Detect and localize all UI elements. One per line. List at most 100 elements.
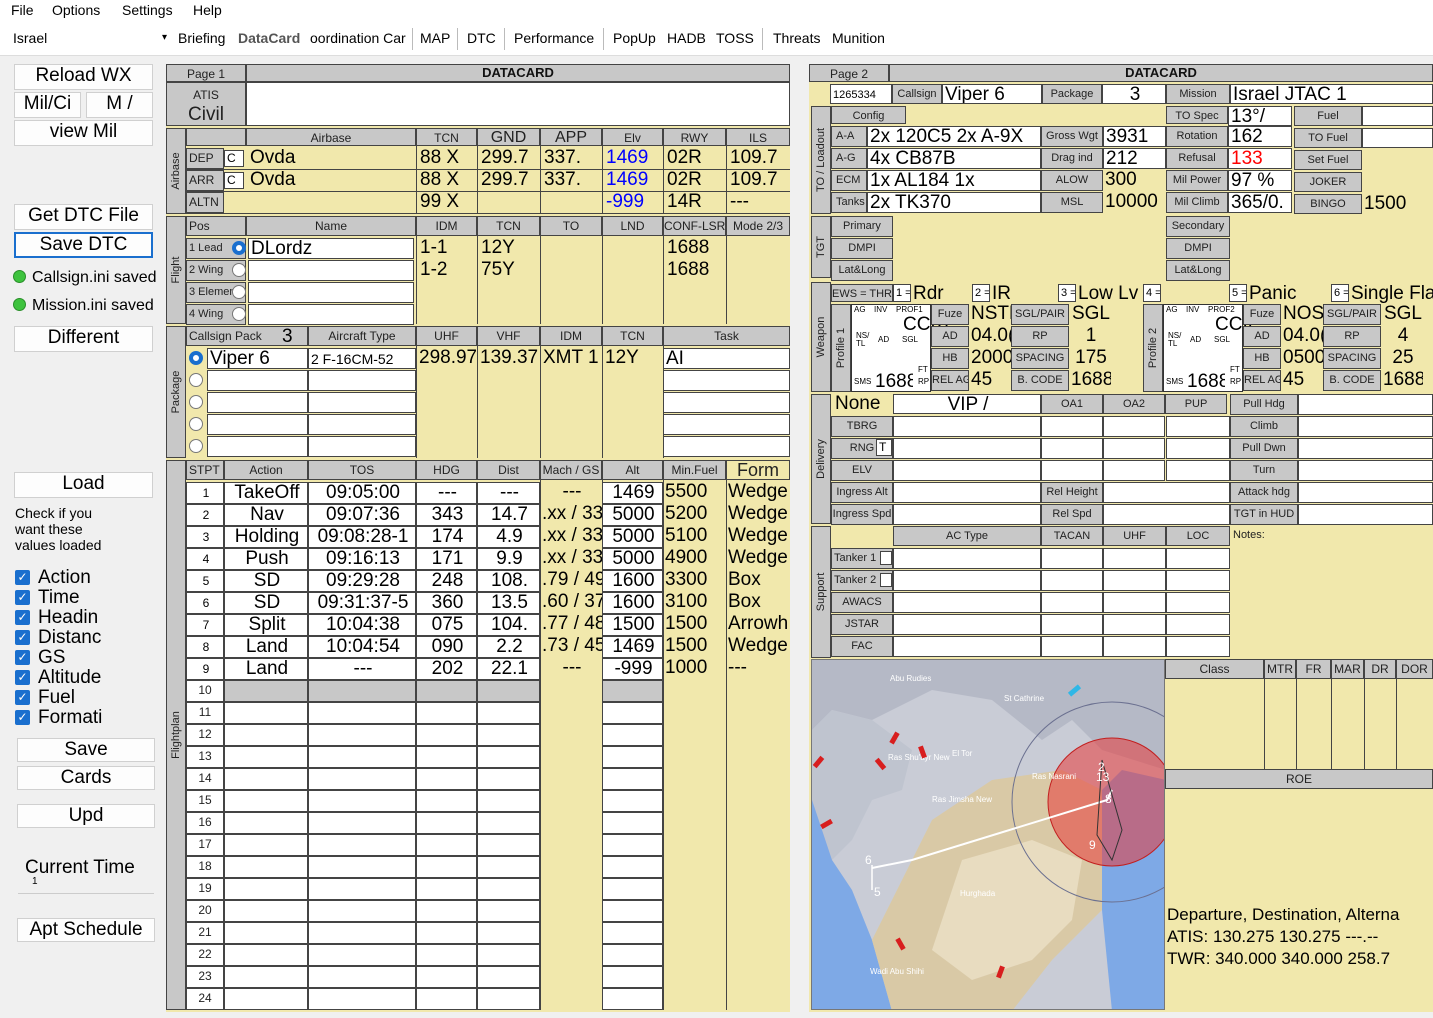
package-aircraft-type[interactable] <box>308 392 416 413</box>
flightplan-empty-cell[interactable] <box>416 922 477 944</box>
support-cell[interactable] <box>1166 614 1230 635</box>
flightplan-tos[interactable]: 09:29:28 <box>308 570 416 592</box>
flightplan-empty-cell[interactable] <box>416 900 477 922</box>
map-waypoint[interactable]: 6 <box>865 853 872 867</box>
save-button[interactable]: Save <box>17 738 155 762</box>
tab-performance[interactable]: Performance <box>514 30 594 46</box>
support-cell[interactable] <box>893 548 1041 569</box>
flightplan-min-fuel[interactable]: 1500 <box>663 614 726 636</box>
package-flight-radio[interactable] <box>189 439 203 453</box>
flightplan-action[interactable]: SD <box>224 592 308 614</box>
flightplan-empty-cell[interactable] <box>602 856 663 878</box>
flightplan-min-fuel[interactable]: 5100 <box>663 526 726 548</box>
weapon-param-value[interactable]: NSTL <box>969 304 1011 326</box>
flightplan-tos[interactable]: 09:07:36 <box>308 504 416 526</box>
flightplan-formation[interactable]: Box <box>726 570 790 592</box>
flightplan-empty-cell[interactable] <box>224 746 308 768</box>
flightplan-hdg[interactable]: 360 <box>416 592 477 614</box>
flight-tcn[interactable] <box>479 282 539 304</box>
weapon-param-value[interactable]: 25 <box>1381 348 1423 370</box>
perf-value[interactable]: 10000 <box>1103 192 1166 213</box>
flightplan-action[interactable]: TakeOff <box>224 482 308 504</box>
flightplan-alt[interactable]: 5000 <box>602 504 663 526</box>
delivery-cell[interactable] <box>1166 416 1230 437</box>
flightplan-empty-cell[interactable] <box>477 680 540 702</box>
delivery-value[interactable] <box>1298 482 1433 503</box>
support-cell[interactable] <box>1103 548 1166 569</box>
flight-conf-lsr[interactable]: 1688 <box>665 260 725 282</box>
flightplan-empty-cell[interactable] <box>224 702 308 724</box>
flight-pilot-name[interactable] <box>248 282 414 303</box>
package-task[interactable] <box>663 370 790 391</box>
bingo-value[interactable]: 1500 <box>1362 194 1433 216</box>
flightplan-empty-cell[interactable] <box>416 856 477 878</box>
cards-button[interactable]: Cards <box>17 766 155 790</box>
airbase-gnd[interactable]: 299.7 <box>479 170 540 192</box>
airbase-tcn[interactable]: 88 X <box>418 170 477 192</box>
support-cell[interactable] <box>1103 614 1166 635</box>
flightplan-empty-cell[interactable] <box>224 790 308 812</box>
flightplan-dist[interactable]: 104. <box>477 614 540 636</box>
support-cell[interactable] <box>1041 548 1103 569</box>
loadout-value[interactable]: 2x TK370 <box>867 192 1041 213</box>
checkbox-time[interactable]: ✓ <box>15 590 30 605</box>
weapon-param-value[interactable]: SGL <box>1069 304 1111 326</box>
flightplan-empty-cell[interactable] <box>477 878 540 900</box>
support-cell[interactable] <box>1041 592 1103 613</box>
flightplan-dist[interactable]: --- <box>477 482 540 504</box>
flightplan-mach-gs[interactable]: --- <box>540 658 602 680</box>
flightplan-mach-gs[interactable]: --- <box>540 482 602 504</box>
package-vhf[interactable]: 139.37 <box>478 348 539 370</box>
weapon-param-value[interactable]: 45 <box>969 370 1011 392</box>
checkbox-fuel[interactable]: ✓ <box>15 690 30 705</box>
flightplan-empty-cell[interactable] <box>224 724 308 746</box>
checkbox-gs[interactable]: ✓ <box>15 650 30 665</box>
flightplan-mach-gs[interactable]: .79 / 49 <box>540 570 602 592</box>
tab-toss[interactable]: TOSS <box>716 30 754 46</box>
weapon-param-value[interactable]: 1688 <box>1381 370 1423 392</box>
tactical-map[interactable]: Abu Rudies St Cathrine Ras Shu'ayr New E… <box>811 659 1165 1010</box>
flightplan-empty-cell[interactable] <box>224 944 308 966</box>
flightplan-empty-cell[interactable] <box>224 988 308 1010</box>
rotation-value[interactable]: 97 % <box>1228 170 1292 191</box>
flightplan-empty-cell[interactable] <box>224 966 308 988</box>
flightplan-mach-gs[interactable]: .xx / 33 <box>540 526 602 548</box>
flightplan-empty-cell[interactable] <box>477 790 540 812</box>
flightplan-dist[interactable]: 22.1 <box>477 658 540 680</box>
fuel-value[interactable] <box>1362 128 1433 148</box>
sms-value[interactable]: 1688 <box>1185 372 1225 392</box>
mil-civ-button[interactable]: Mil/Ci <box>14 92 81 118</box>
sms-value[interactable]: 1688 <box>873 372 913 392</box>
flightplan-dist[interactable]: 4.9 <box>477 526 540 548</box>
delivery-value[interactable] <box>893 482 1041 503</box>
flightplan-empty-cell[interactable] <box>224 812 308 834</box>
airbase-ils[interactable]: 109.7 <box>728 170 790 192</box>
airbase-elv[interactable]: 1469 <box>604 148 663 170</box>
flightplan-min-fuel[interactable]: 5200 <box>663 504 726 526</box>
flight-pilot-name[interactable] <box>248 260 414 281</box>
flightplan-mach-gs[interactable]: .xx / 33 <box>540 548 602 570</box>
delivery-value[interactable] <box>1103 482 1230 503</box>
airbase-civil-toggle[interactable]: C <box>224 150 244 167</box>
airbase-ils[interactable]: 109.7 <box>728 148 790 170</box>
flight-tcn[interactable]: 75Y <box>479 260 539 282</box>
flightplan-hdg[interactable]: --- <box>416 482 477 504</box>
tab-coordination-card[interactable]: oordination Car <box>310 30 408 46</box>
tab-map[interactable]: MAP <box>420 30 450 46</box>
delivery-cell[interactable] <box>1103 460 1165 481</box>
flightplan-empty-cell[interactable] <box>416 988 477 1010</box>
flightplan-formation[interactable]: Wedge <box>726 504 790 526</box>
airbase-tcn[interactable]: 99 X <box>418 192 477 214</box>
checkbox-formati[interactable]: ✓ <box>15 710 30 725</box>
delivery-value[interactable] <box>893 460 1041 481</box>
menu-file[interactable]: File <box>11 2 34 18</box>
weapon-param-value[interactable]: 4 <box>1381 326 1423 348</box>
flight-idm[interactable] <box>418 282 476 304</box>
flightplan-empty-cell[interactable] <box>416 812 477 834</box>
weapon-param-value[interactable]: NOS <box>1281 304 1323 326</box>
flightplan-empty-cell[interactable] <box>308 812 416 834</box>
map-waypoint[interactable]: 8 <box>1105 792 1112 806</box>
flightplan-min-fuel[interactable]: 3300 <box>663 570 726 592</box>
airbase-app[interactable]: 337. <box>542 170 602 192</box>
delivery-none[interactable]: None <box>833 394 893 416</box>
